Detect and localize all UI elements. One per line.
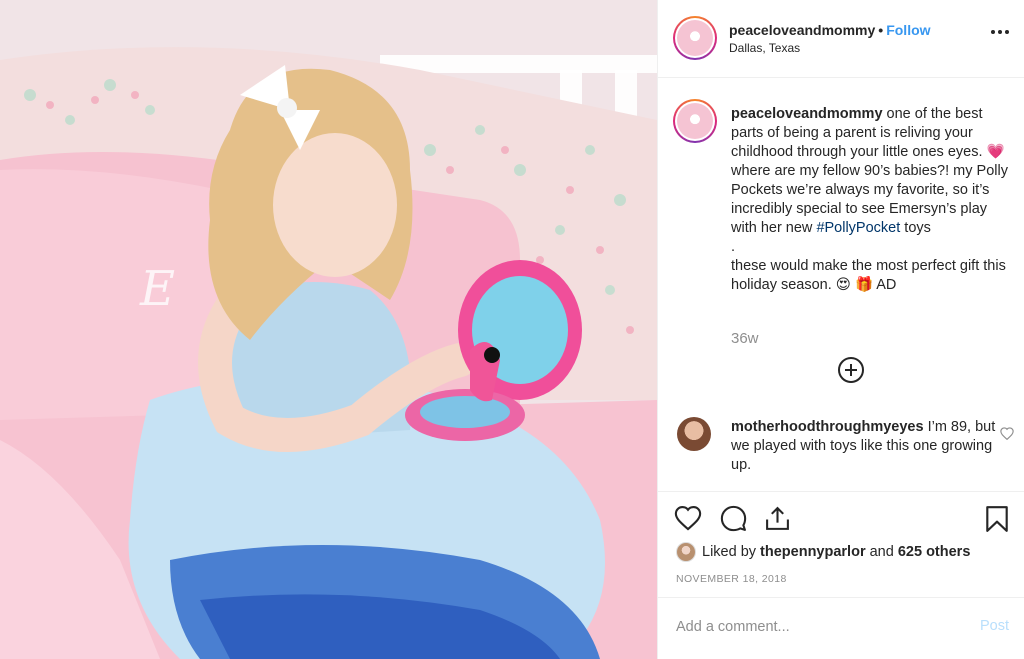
likes-and: and — [865, 544, 898, 560]
header-user-line: peaceloveandmommy • Follow — [729, 22, 931, 38]
post-header: peaceloveandmommy • Follow Dallas, Texas — [658, 0, 1024, 78]
post-photo[interactable]: E — [0, 0, 657, 659]
heart-emoji: 💗 — [986, 144, 1005, 160]
caption-username[interactable]: peaceloveandmommy — [731, 106, 883, 122]
svg-text:E: E — [139, 261, 175, 317]
post-comment-button[interactable]: Post — [980, 618, 1009, 634]
likes-summary: Liked by thepennyparlor and 625 others — [676, 542, 970, 562]
comment: motherhoodthroughmyeyes I’m 89, but we p… — [731, 418, 996, 475]
post-side-panel: peaceloveandmommy • Follow Dallas, Texas p… — [657, 0, 1024, 659]
share-icon[interactable] — [764, 505, 791, 537]
comments-section: peaceloveandmommy one of the best parts … — [658, 79, 1024, 490]
likes-others-link[interactable]: 625 others — [898, 544, 971, 560]
likes-prefix: Liked by — [702, 544, 761, 560]
add-comment-bar: Post — [658, 597, 1024, 659]
caption-avatar[interactable] — [673, 99, 717, 143]
gift-emoji: 😍 🎁 — [835, 277, 873, 293]
follow-button[interactable]: Follow — [886, 22, 930, 38]
author-username[interactable]: peaceloveandmommy — [729, 22, 875, 38]
hashtag-link[interactable]: #PollyPocket — [816, 220, 900, 236]
author-avatar[interactable] — [673, 16, 717, 60]
header-separator-dot: • — [878, 22, 884, 38]
commenter-username[interactable]: motherhoodthroughmyeyes — [731, 419, 924, 435]
more-options-icon[interactable] — [991, 30, 1009, 34]
caption-dot: . — [731, 239, 736, 255]
post-date[interactable]: NOVEMBER 18, 2018 — [676, 573, 787, 585]
like-heart-icon[interactable] — [674, 505, 702, 536]
comment-bubble-icon[interactable] — [720, 505, 747, 537]
post-location[interactable]: Dallas, Texas — [729, 41, 800, 55]
commenter-avatar[interactable] — [677, 417, 711, 451]
caption-text-3: toys — [900, 220, 931, 236]
liker-avatar[interactable] — [676, 542, 696, 562]
load-more-comments-icon[interactable] — [837, 356, 865, 389]
post-actions: Liked by thepennyparlor and 625 others N… — [658, 491, 1024, 596]
post-caption: peaceloveandmommy one of the best parts … — [731, 105, 1013, 295]
comment-input[interactable] — [676, 616, 956, 638]
comment-like-icon[interactable] — [1000, 427, 1014, 445]
liker-username[interactable]: thepennyparlor — [760, 544, 866, 560]
ad-label: AD — [873, 277, 897, 293]
caption-time: 36w — [731, 330, 759, 347]
post-photo-illustration: E — [0, 0, 657, 659]
save-bookmark-icon[interactable] — [985, 505, 1009, 538]
